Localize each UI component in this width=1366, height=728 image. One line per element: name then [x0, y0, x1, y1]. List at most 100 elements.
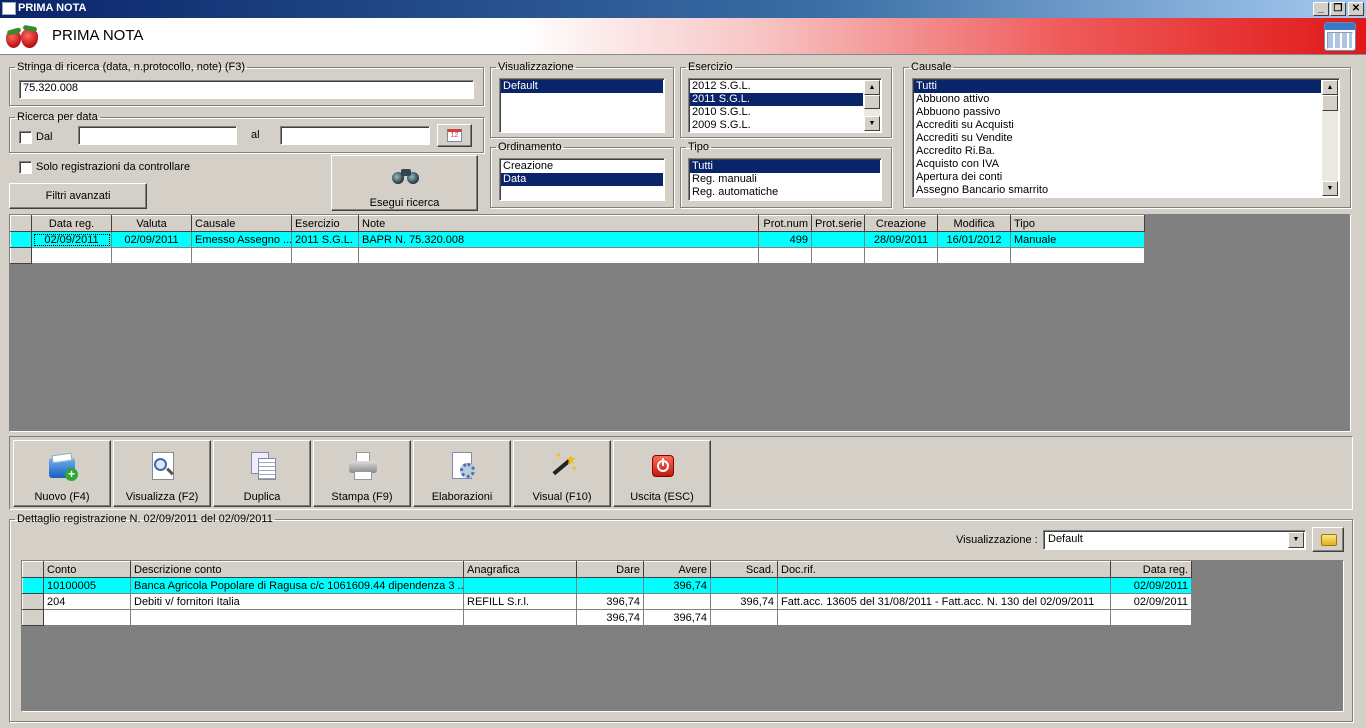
date-from-field[interactable] [78, 126, 237, 145]
causale-scrollbar[interactable]: ▲ ▼ [1322, 80, 1338, 196]
scroll-down-icon[interactable]: ▼ [864, 116, 880, 131]
table-cell[interactable] [777, 577, 1111, 594]
table-cell[interactable]: 16/01/2012 [937, 231, 1011, 248]
column-header[interactable]: Tipo [1010, 215, 1145, 232]
column-header[interactable]: Dare [576, 561, 644, 578]
type-option-manual[interactable]: Reg. manuali [690, 173, 880, 186]
sort-option-data[interactable]: Data [501, 173, 663, 186]
table-cell[interactable]: 02/09/2011 [111, 231, 192, 248]
table-cell[interactable] [43, 609, 131, 626]
table-cell[interactable] [463, 609, 577, 626]
causale-option[interactable]: Accrediti su Acquisti [914, 119, 1321, 132]
column-header[interactable]: Avere [643, 561, 711, 578]
row-indicator[interactable] [10, 247, 32, 264]
causale-option[interactable]: Abbuono attivo [914, 93, 1321, 106]
causale-option[interactable]: Abbuono passivo [914, 106, 1321, 119]
advanced-filters-button[interactable]: Filtri avanzati [9, 183, 147, 209]
table-cell[interactable] [1010, 247, 1145, 264]
date-picker-button[interactable]: 12 [437, 124, 472, 147]
table-cell[interactable]: Banca Agricola Popolare di Ragusa c/c 10… [130, 577, 464, 594]
row-indicator[interactable] [10, 231, 32, 248]
fiscal-year-list[interactable]: 2012 S.G.L. 2011 S.G.L. 2010 S.G.L. 2009… [688, 78, 882, 133]
row-indicator[interactable] [22, 609, 44, 626]
fiscal-year-option[interactable]: 2009 S.G.L. [690, 119, 863, 132]
table-cell[interactable] [291, 247, 359, 264]
table-cell[interactable] [576, 577, 644, 594]
scroll-up-icon[interactable]: ▲ [1322, 80, 1338, 95]
table-cell[interactable]: Fatt.acc. 13605 del 31/08/2011 - Fatt.ac… [777, 593, 1111, 610]
detail-view-select[interactable]: Default ▼ [1043, 530, 1306, 550]
table-cell[interactable]: 499 [758, 231, 812, 248]
registrations-grid[interactable]: Data reg. Valuta Causale Esercizio Note … [9, 214, 1351, 432]
table-cell[interactable]: 02/09/2011 [1110, 593, 1192, 610]
causale-option[interactable]: Assegno Bancario smarrito [914, 184, 1321, 197]
view-list[interactable]: Default [499, 78, 665, 133]
scroll-up-icon[interactable]: ▲ [864, 80, 880, 95]
chevron-down-icon[interactable]: ▼ [1288, 532, 1304, 548]
table-cell[interactable]: 2011 S.G.L. [291, 231, 359, 248]
fiscal-year-scrollbar[interactable]: ▲ ▼ [864, 80, 880, 131]
column-header[interactable]: Doc.rif. [777, 561, 1111, 578]
table-row[interactable]: 204 Debiti v/ fornitori Italia REFILL S.… [22, 593, 1192, 610]
run-search-button[interactable]: Esegui ricerca [331, 155, 478, 211]
scroll-thumb[interactable] [864, 95, 880, 109]
process-button[interactable]: Elaborazioni [413, 440, 511, 507]
table-row[interactable]: 10100005 Banca Agricola Popolare di Ragu… [22, 577, 1192, 594]
column-header[interactable]: Note [358, 215, 759, 232]
table-row[interactable] [10, 247, 1145, 264]
table-cell[interactable]: 396,74 [576, 593, 644, 610]
visual-button[interactable]: ★ ✦ ✦ Visual (F10) [513, 440, 611, 507]
column-header[interactable]: Causale [191, 215, 292, 232]
sort-option-creazione[interactable]: Creazione [501, 160, 663, 173]
fiscal-year-option[interactable]: 2012 S.G.L. [690, 80, 863, 93]
sort-list[interactable]: Creazione Data [499, 158, 665, 201]
table-cell[interactable]: BAPR N. 75.320.008 [358, 231, 759, 248]
table-row[interactable]: 02/09/2011 02/09/2011 Emesso Assegno ...… [10, 231, 1145, 248]
row-indicator[interactable] [22, 577, 44, 594]
causale-option[interactable]: Accrediti su Vendite [914, 132, 1321, 145]
column-header[interactable]: Anagrafica [463, 561, 577, 578]
table-cell[interactable]: 396,74 [643, 577, 711, 594]
total-dare[interactable]: 396,74 [576, 609, 644, 626]
column-header[interactable]: Esercizio [291, 215, 359, 232]
fiscal-year-option[interactable]: 2010 S.G.L. [690, 106, 863, 119]
causale-option[interactable]: Acquisto con IVA [914, 158, 1321, 171]
view-button[interactable]: Visualizza (F2) [113, 440, 211, 507]
column-header[interactable]: Data reg. [31, 215, 112, 232]
table-cell[interactable]: REFILL S.r.l. [463, 593, 577, 610]
causale-option[interactable]: Apertura dei conti [914, 171, 1321, 184]
print-button[interactable]: Stampa (F9) [313, 440, 411, 507]
table-cell[interactable] [937, 247, 1011, 264]
date-to-field[interactable] [280, 126, 430, 145]
only-check-checkbox[interactable] [19, 161, 32, 174]
fiscal-year-option[interactable]: 2011 S.G.L. [690, 93, 863, 106]
table-cell[interactable] [111, 247, 192, 264]
table-cell[interactable] [710, 577, 778, 594]
scroll-thumb[interactable] [1322, 95, 1338, 111]
type-list[interactable]: Tutti Reg. manuali Reg. automatiche [688, 158, 882, 201]
table-cell[interactable]: 10100005 [43, 577, 131, 594]
table-cell[interactable] [643, 593, 711, 610]
column-header[interactable]: Prot.serie [811, 215, 865, 232]
table-cell[interactable]: Emesso Assegno ... [191, 231, 292, 248]
table-cell[interactable] [1110, 609, 1192, 626]
table-cell[interactable] [811, 247, 865, 264]
duplicate-button[interactable]: Duplica [213, 440, 311, 507]
type-option-tutti[interactable]: Tutti [690, 160, 880, 173]
column-header[interactable]: Conto [43, 561, 131, 578]
column-header[interactable]: Data reg. [1110, 561, 1192, 578]
table-cell[interactable]: Manuale [1010, 231, 1145, 248]
column-header[interactable]: Scad. [710, 561, 778, 578]
table-cell[interactable]: 204 [43, 593, 131, 610]
dal-checkbox[interactable] [19, 131, 32, 144]
table-cell[interactable] [130, 609, 464, 626]
table-cell[interactable] [777, 609, 1111, 626]
minimize-button[interactable]: _ [1313, 2, 1329, 16]
table-cell[interactable] [758, 247, 812, 264]
column-header[interactable]: Modifica [937, 215, 1011, 232]
table-cell[interactable]: Debiti v/ fornitori Italia [130, 593, 464, 610]
detail-grid[interactable]: Conto Descrizione conto Anagrafica Dare … [21, 560, 1344, 712]
close-button[interactable]: ✕ [1348, 2, 1364, 16]
table-cell[interactable]: 396,74 [710, 593, 778, 610]
scroll-down-icon[interactable]: ▼ [1322, 181, 1338, 196]
